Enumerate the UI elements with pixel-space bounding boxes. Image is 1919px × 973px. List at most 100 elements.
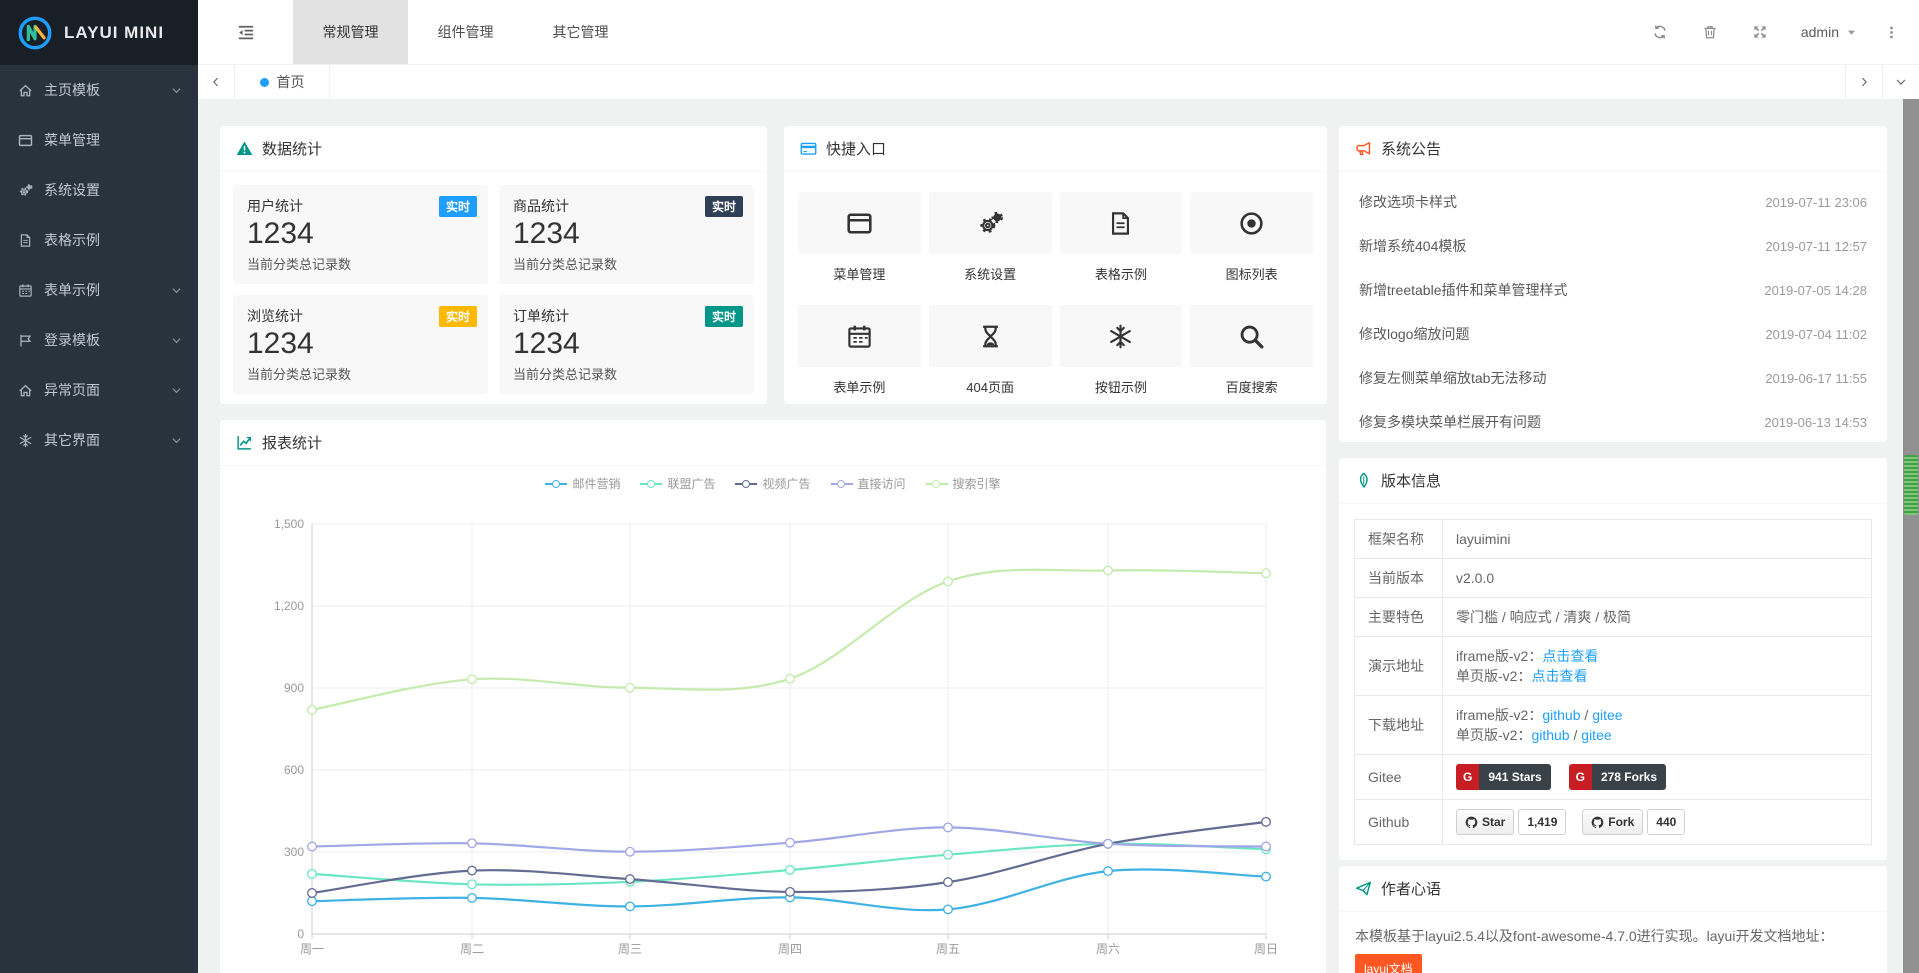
sidebar-item-window[interactable]: 菜单管理 — [0, 115, 198, 165]
announcement-date: 2019-07-11 23:06 — [1765, 195, 1867, 210]
sidebar-item-calendar[interactable]: 表单示例 — [0, 265, 198, 315]
demo-spa-link[interactable]: 点击查看 — [1531, 668, 1587, 684]
menu-collapse-button[interactable] — [198, 0, 293, 64]
shortcut-dot-circle[interactable]: 图标列表 — [1190, 192, 1313, 297]
header-tab[interactable]: 常规管理 — [293, 0, 408, 64]
version-table: 框架名称 layuimini 当前版本 v2.0.0 主要特色 零门槛 / 响应… — [1354, 519, 1872, 845]
stat-value: 1234 — [247, 327, 474, 361]
sidebar-item-flag[interactable]: 登录模板 — [0, 315, 198, 365]
svg-text:周一: 周一 — [300, 942, 324, 956]
tab-scroll-left-button[interactable] — [198, 65, 235, 99]
shortcut-file[interactable]: 表格示例 — [1060, 192, 1183, 297]
announcement-row[interactable]: 新增系统404模板 2019-07-11 12:57 — [1359, 224, 1867, 268]
shortcuts-card: 快捷入口 菜单管理 系统设置 表格示例 图标列表 表单示例 4 — [784, 126, 1327, 404]
announcement-row[interactable]: 新增treetable插件和菜单管理样式 2019-07-05 14:28 — [1359, 268, 1867, 312]
dot-circle-icon — [1238, 210, 1265, 237]
sidebar-item-home[interactable]: 异常页面 — [0, 365, 198, 415]
asterisk-icon — [1107, 323, 1134, 350]
github-fork-button[interactable]: Fork — [1582, 809, 1643, 835]
announcement-title: 修改选项卡样式 — [1359, 192, 1457, 212]
more-menu-button[interactable] — [1873, 0, 1909, 65]
shortcut-icon-box — [798, 192, 921, 254]
ellipsis-icon — [1884, 25, 1899, 40]
shortcut-label: 404页面 — [929, 377, 1052, 396]
author-line1: 本模板基于layui2.5.4以及font-awesome-4.7.0进行实现。… — [1355, 924, 1871, 949]
legend-item[interactable]: 邮件营销 — [545, 475, 620, 492]
announcement-title: 新增treetable插件和菜单管理样式 — [1359, 280, 1567, 300]
table-row: Gitee G941 Stars G278 Forks — [1355, 755, 1872, 800]
tab-scroll-right-button[interactable] — [1845, 65, 1882, 99]
download-gitee-link[interactable]: gitee — [1592, 707, 1622, 723]
download-github-link[interactable]: github — [1531, 727, 1569, 743]
header-action-list — [1635, 0, 1785, 65]
shortcut-hourglass[interactable]: 404页面 — [929, 305, 1052, 410]
version-row-value: 零门槛 / 响应式 / 清爽 / 极简 — [1443, 598, 1872, 637]
refresh-icon — [1652, 24, 1668, 40]
legend-marker-icon — [735, 479, 757, 488]
version-row-value: iframe版-v2：github / gitee 单页版-v2：github … — [1443, 696, 1872, 755]
download-gitee-link[interactable]: gitee — [1581, 727, 1611, 743]
username: admin — [1801, 24, 1839, 40]
shortcuts-grid: 菜单管理 系统设置 表格示例 图标列表 表单示例 404页面 按钮示例 — [784, 172, 1327, 410]
header-tab[interactable]: 其它管理 — [523, 0, 638, 64]
announcement-date: 2019-07-11 12:57 — [1765, 239, 1867, 254]
fullscreen-icon — [1752, 24, 1768, 40]
github-star-count[interactable]: 1,419 — [1518, 809, 1566, 835]
shortcut-search[interactable]: 百度搜索 — [1190, 305, 1313, 410]
legend-label: 视频广告 — [762, 475, 810, 492]
chevron-down-icon — [171, 285, 182, 296]
app-logo[interactable]: LAYUI MINI — [0, 0, 198, 65]
announcement-row[interactable]: 修改logo缩放问题 2019-07-04 11:02 — [1359, 312, 1867, 356]
layui-doc-button[interactable]: layui文档 — [1355, 954, 1422, 973]
clear-cache-button[interactable] — [1685, 0, 1735, 65]
shortcut-window[interactable]: 菜单管理 — [798, 192, 921, 297]
author-card-header: 作者心语 — [1339, 866, 1887, 912]
header-tab[interactable]: 组件管理 — [408, 0, 523, 64]
shortcut-icon-box — [1190, 305, 1313, 367]
github-fork-count[interactable]: 440 — [1647, 809, 1685, 835]
stat-desc: 当前分类总记录数 — [513, 364, 740, 383]
announcements-card-header: 系统公告 — [1339, 126, 1887, 172]
version-row-value: v2.0.0 — [1443, 559, 1872, 598]
svg-text:周日: 周日 — [1254, 942, 1278, 956]
home-icon — [18, 383, 33, 398]
page-scrollbar-thumb[interactable] — [1904, 455, 1918, 515]
chevron-down-icon — [171, 435, 182, 446]
announcements-list: 修改选项卡样式 2019-07-11 23:06 新增系统404模板 2019-… — [1339, 172, 1887, 444]
refresh-button[interactable] — [1635, 0, 1685, 65]
legend-item[interactable]: 联盟广告 — [640, 475, 715, 492]
legend-marker-icon — [640, 479, 662, 488]
sidebar-item-asterisk[interactable]: 其它界面 — [0, 415, 198, 465]
download-github-link[interactable]: github — [1542, 707, 1580, 723]
legend-item[interactable]: 视频广告 — [735, 475, 810, 492]
legend-label: 搜索引擎 — [953, 475, 1001, 492]
fullscreen-button[interactable] — [1735, 0, 1785, 65]
sidebar-item-label: 异常页面 — [44, 380, 100, 400]
announcement-row[interactable]: 修改选项卡样式 2019-07-11 23:06 — [1359, 180, 1867, 224]
github-star-button[interactable]: Star — [1456, 809, 1514, 835]
sidebar-item-home[interactable]: 主页模板 — [0, 65, 198, 115]
sidebar-item-file[interactable]: 表格示例 — [0, 215, 198, 265]
tab-operations-button[interactable] — [1882, 65, 1919, 99]
demo-iframe-link[interactable]: 点击查看 — [1542, 648, 1598, 664]
legend-marker-icon — [545, 479, 567, 488]
page-scrollbar-track[interactable] — [1903, 99, 1919, 973]
stats-card: 数据统计 用户统计 1234 当前分类总记录数 实时 商品统计 1234 当前分… — [220, 126, 767, 404]
sidebar-item-gears[interactable]: 系统设置 — [0, 165, 198, 215]
legend-item[interactable]: 搜索引擎 — [926, 475, 1001, 492]
version-card-title: 版本信息 — [1381, 470, 1441, 491]
legend-item[interactable]: 直接访问 — [831, 475, 906, 492]
announcement-row[interactable]: 修复多模块菜单栏展开有问题 2019-06-13 14:53 — [1359, 400, 1867, 444]
shortcut-gears[interactable]: 系统设置 — [929, 192, 1052, 297]
tab-home[interactable]: 首页 — [235, 65, 330, 99]
svg-text:周六: 周六 — [1096, 942, 1120, 956]
announcement-row[interactable]: 修复左侧菜单缩放tab无法移动 2019-06-17 11:55 — [1359, 356, 1867, 400]
shortcut-calendar[interactable]: 表单示例 — [798, 305, 921, 410]
user-dropdown[interactable]: admin — [1785, 0, 1873, 65]
sidebar-item-label: 其它界面 — [44, 430, 100, 450]
gitee-forks-badge[interactable]: G278 Forks — [1569, 764, 1666, 790]
stat-desc: 当前分类总记录数 — [247, 254, 474, 273]
search-icon — [1238, 323, 1265, 350]
shortcut-asterisk[interactable]: 按钮示例 — [1060, 305, 1183, 410]
gitee-stars-badge[interactable]: G941 Stars — [1456, 764, 1551, 790]
